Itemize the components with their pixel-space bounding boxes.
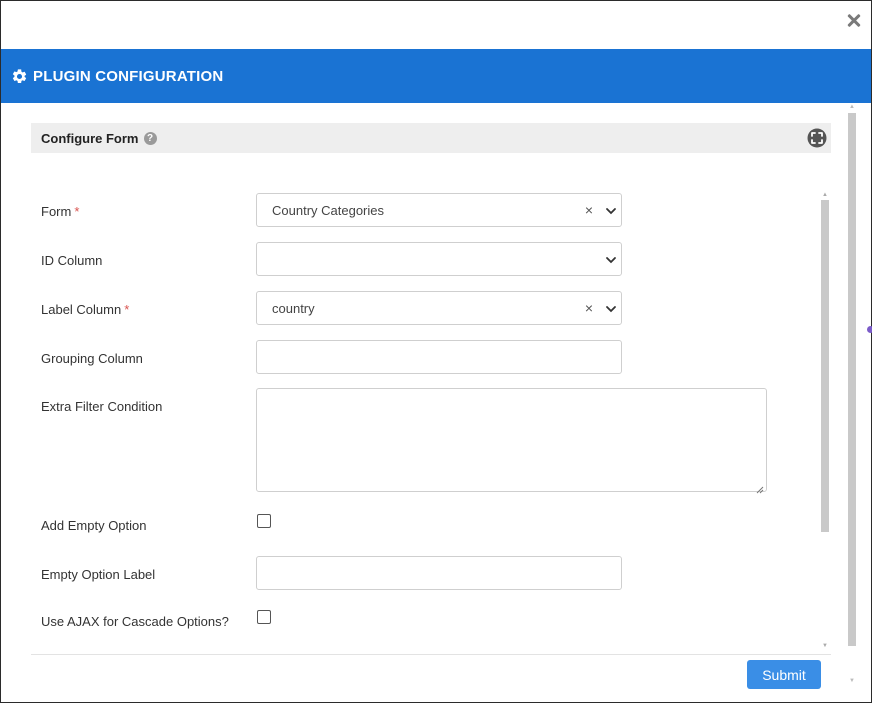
label-column-label: Label Column * [41, 302, 129, 317]
extra-filter-textarea[interactable] [256, 388, 767, 494]
clear-icon[interactable]: × [585, 203, 593, 217]
submit-button[interactable]: Submit [747, 660, 821, 689]
required-marker: * [74, 204, 80, 219]
extra-filter-label: Extra Filter Condition [41, 399, 163, 414]
close-icon[interactable] [844, 11, 864, 31]
label-column-select[interactable]: country × [256, 291, 622, 325]
outer-scroll-up-icon[interactable]: ▲ [848, 104, 856, 110]
chevron-down-icon[interactable] [605, 302, 617, 314]
inner-scroll-up-icon[interactable]: ▲ [821, 192, 829, 198]
chevron-down-icon[interactable] [605, 204, 617, 216]
empty-option-label-label: Empty Option Label [41, 567, 156, 582]
edge-indicator [867, 326, 872, 333]
form-select-value: Country Categories [272, 203, 384, 218]
grouping-column-input[interactable] [256, 340, 622, 374]
inner-scroll-down-icon[interactable]: ▼ [821, 643, 829, 649]
dialog-title: PLUGIN CONFIGURATION [33, 67, 224, 85]
outer-scrollbar[interactable] [848, 113, 856, 646]
form-select[interactable]: Country Categories × [256, 193, 622, 227]
label-column-label-text: Label Column [41, 302, 122, 317]
required-marker: * [124, 302, 130, 317]
grouping-column-label: Grouping Column [41, 351, 143, 366]
outer-scroll-down-icon[interactable]: ▼ [848, 678, 856, 684]
dialog-header: PLUGIN CONFIGURATION [1, 49, 871, 103]
id-column-label: ID Column [41, 253, 103, 268]
empty-option-label-input[interactable] [256, 556, 622, 590]
add-empty-option-label: Add Empty Option [41, 518, 147, 533]
form-label: Form * [41, 204, 79, 219]
inner-scrollbar[interactable] [821, 200, 829, 532]
form-label-text: Form [41, 204, 72, 219]
id-column-select[interactable] [256, 242, 622, 276]
clear-icon[interactable]: × [585, 301, 593, 315]
section-header: Configure Form ? [31, 123, 831, 153]
use-ajax-label: Use AJAX for Cascade Options? [41, 614, 229, 629]
footer-divider [31, 654, 831, 655]
chevron-down-icon[interactable] [605, 253, 617, 265]
use-ajax-checkbox[interactable] [257, 610, 271, 624]
label-column-value: country [272, 301, 315, 316]
section-title: Configure Form [41, 130, 139, 146]
fullscreen-icon[interactable] [807, 128, 827, 148]
add-empty-option-checkbox[interactable] [257, 514, 271, 528]
resize-grip-icon[interactable] [756, 481, 764, 494]
help-icon[interactable]: ? [143, 131, 157, 145]
gear-icon [11, 68, 28, 85]
